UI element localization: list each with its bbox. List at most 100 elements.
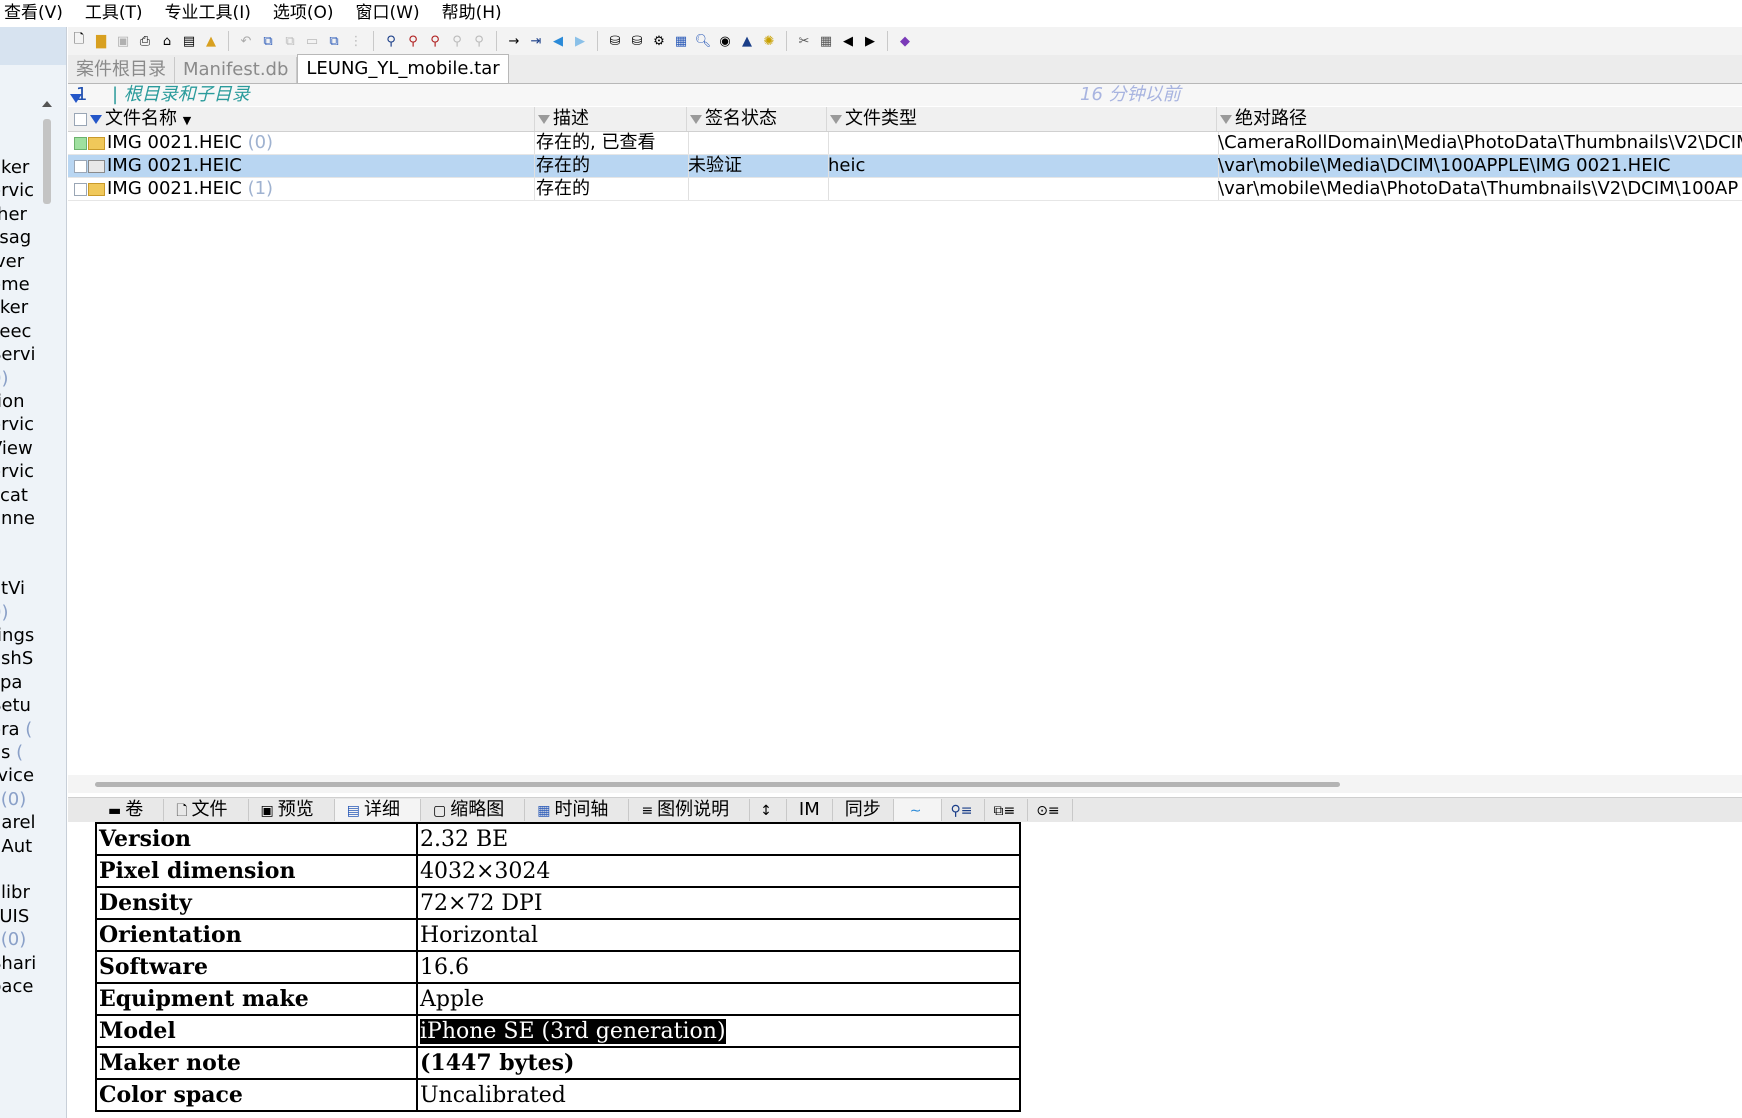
find-special-icon[interactable]: ⚲ bbox=[469, 31, 489, 51]
copy-icon[interactable]: ⧉ bbox=[258, 31, 278, 51]
next-icon[interactable]: ▶ bbox=[860, 31, 880, 51]
book-icon[interactable]: ◆ bbox=[895, 31, 915, 51]
case-tree-item[interactable]: eme bbox=[0, 274, 40, 295]
find-text-icon[interactable]: ⚲ bbox=[447, 31, 467, 51]
case-tree-item[interactable]: harel bbox=[0, 812, 40, 833]
tab-case-root[interactable]: 案件根目录 bbox=[68, 57, 175, 83]
case-tree-item[interactable]: licat bbox=[0, 485, 40, 506]
case-tree-item[interactable]: ervic bbox=[0, 414, 40, 435]
table-row[interactable]: IMG 0021.HEIC (1) 存在的 \var\mobile\Media\… bbox=[68, 178, 1742, 201]
case-tree-item[interactable]: iver bbox=[0, 251, 40, 272]
properties-icon[interactable]: ▤ bbox=[179, 31, 199, 51]
disk-icon[interactable]: ⛁ bbox=[605, 31, 625, 51]
copy-special-icon[interactable]: ⧉ bbox=[324, 31, 344, 51]
case-tree-item[interactable]: Servi bbox=[0, 344, 40, 365]
case-tree-item[interactable]: Shari bbox=[0, 953, 40, 974]
filter-icon[interactable] bbox=[90, 114, 102, 124]
case-tree-item[interactable]: atVi bbox=[0, 578, 40, 599]
case-tree-item[interactable]: tion bbox=[0, 391, 40, 412]
find-next-icon[interactable]: ⚲ bbox=[403, 31, 423, 51]
open-folder-icon[interactable]: ▇ bbox=[91, 31, 111, 51]
sort-toggle[interactable]: ↕ bbox=[750, 799, 787, 821]
case-tree-item[interactable]: ther bbox=[0, 204, 40, 225]
case-tree-item[interactable]: ) bbox=[0, 859, 40, 880]
table-row-selected[interactable]: IMG 0021.HEIC 存在的 未验证 heic \var\mobile\M… bbox=[68, 155, 1742, 178]
paste-icon[interactable]: ▭ bbox=[302, 31, 322, 51]
case-tree-item[interactable]: 0) bbox=[0, 602, 40, 623]
tab-im[interactable]: IM bbox=[787, 799, 833, 821]
horizontal-scrollbar[interactable] bbox=[68, 775, 1742, 793]
menu-window[interactable]: 窗口(W) bbox=[352, 0, 432, 27]
case-tree-item[interactable]: l (0) bbox=[0, 929, 40, 950]
col-header-path[interactable]: 绝对路径 bbox=[1216, 107, 1742, 131]
case-tree-item[interactable]: ervic bbox=[0, 180, 40, 201]
scrollbar-thumb[interactable] bbox=[95, 782, 1340, 787]
menu-options[interactable]: 选项(O) bbox=[269, 0, 346, 27]
case-tree-item[interactable]: llpa bbox=[0, 672, 40, 693]
case-tree-item[interactable]: aker bbox=[0, 157, 40, 178]
case-tree-item[interactable]: nAut bbox=[0, 836, 40, 857]
case-tree-item[interactable]: era ( bbox=[0, 719, 40, 740]
selected-text[interactable]: iPhone SE (3rd generation) bbox=[420, 1018, 726, 1044]
filter-icon[interactable] bbox=[538, 114, 550, 124]
tab-timeline[interactable]: ▦ 时间轴 bbox=[525, 799, 630, 821]
prev-icon[interactable]: ◀ bbox=[838, 31, 858, 51]
tab-thumbnails[interactable]: ▢ 缩略图 bbox=[421, 799, 526, 821]
col-header-desc[interactable]: 描述 bbox=[534, 107, 687, 131]
case-tree-item[interactable]: sUIS bbox=[0, 906, 40, 927]
wave-button[interactable]: ∼ bbox=[893, 799, 943, 821]
zoom-icon[interactable]: 🔍︎ bbox=[693, 31, 713, 51]
filter-icon[interactable] bbox=[1220, 114, 1232, 124]
back-icon[interactable]: ◀ bbox=[548, 31, 568, 51]
case-tree-panel[interactable]: akerervictherssagiveremeckerFeecServi0)t… bbox=[0, 27, 67, 1118]
col-header-name[interactable]: 文件名称 ▼ bbox=[68, 107, 535, 131]
tab-mobile-tar[interactable]: LEUNG_YL_mobile.tar bbox=[297, 54, 509, 83]
case-tree-item[interactable]: View bbox=[0, 438, 40, 459]
col-header-type[interactable]: 文件类型 bbox=[826, 107, 1217, 131]
scanner-icon[interactable]: ⌂ bbox=[157, 31, 177, 51]
chat-icon[interactable]: ◉ bbox=[715, 31, 735, 51]
row-checkbox[interactable] bbox=[74, 160, 87, 173]
case-tree-item[interactable]: ashS bbox=[0, 648, 40, 669]
gear-icon[interactable]: ✺ bbox=[759, 31, 779, 51]
case-tree-item[interactable]: rvice bbox=[0, 765, 40, 786]
save-icon[interactable]: ▣ bbox=[113, 31, 133, 51]
tab-manifest-db[interactable]: Manifest.db bbox=[175, 57, 298, 83]
filter-list-button[interactable]: ⧉≡ bbox=[985, 799, 1029, 821]
col-header-signature[interactable]: 签名状态 bbox=[686, 107, 827, 131]
case-tree-item[interactable]: ervic bbox=[0, 461, 40, 482]
case-tree-item[interactable]: cker bbox=[0, 297, 40, 318]
row-checkbox[interactable] bbox=[74, 137, 87, 150]
new-file-icon[interactable]: 🗋 bbox=[69, 31, 89, 51]
case-tree-item[interactable]: l (0) bbox=[0, 789, 40, 810]
case-tree-item[interactable]: alibr bbox=[0, 882, 40, 903]
find-icon[interactable]: ⚲ bbox=[381, 31, 401, 51]
calculator-icon[interactable]: ▦ bbox=[671, 31, 691, 51]
disk-image-icon[interactable]: ⛁ bbox=[627, 31, 647, 51]
binary-icon[interactable]: ⋮ bbox=[346, 31, 366, 51]
menu-pro-tools[interactable]: 专业工具(I) bbox=[161, 0, 263, 27]
hash-icon[interactable]: ⚙ bbox=[649, 31, 669, 51]
detail-value[interactable]: (1447 bytes) bbox=[416, 1046, 1021, 1080]
case-tree-item[interactable]: Feec bbox=[0, 321, 40, 342]
case-tree-scrollbar[interactable] bbox=[42, 95, 52, 1115]
table-row[interactable]: IMG 0021.HEIC (0) 存在的, 已查看 \CameraRollDo… bbox=[68, 132, 1742, 155]
search-list-button[interactable]: ⚲≡ bbox=[942, 799, 986, 821]
case-tree-item[interactable]: ssag bbox=[0, 227, 40, 248]
print-icon[interactable]: ⎙ bbox=[135, 31, 155, 51]
tab-legend[interactable]: ≡ 图例说明 bbox=[629, 799, 751, 821]
menu-view[interactable]: 查看(V) bbox=[0, 0, 75, 27]
menu-tools[interactable]: 工具(T) bbox=[81, 0, 155, 27]
undo-icon[interactable]: ↶ bbox=[236, 31, 256, 51]
chart-icon[interactable]: ▲ bbox=[737, 31, 757, 51]
tab-preview[interactable]: ▣ 预览 bbox=[249, 799, 335, 821]
case-tree-item[interactable]: os ( bbox=[0, 742, 40, 763]
settings-list-button[interactable]: ⊙≡ bbox=[1028, 799, 1073, 821]
row-checkbox[interactable] bbox=[74, 183, 87, 196]
case-tree-item[interactable]: pace bbox=[0, 976, 40, 997]
filter-icon[interactable] bbox=[690, 114, 702, 124]
filter-icon[interactable] bbox=[830, 114, 842, 124]
tab-file[interactable]: 🗋 文件 bbox=[164, 799, 249, 821]
tab-volume[interactable]: ▬ 卷 bbox=[68, 799, 165, 821]
cut-icon[interactable]: ⧉ bbox=[280, 31, 300, 51]
